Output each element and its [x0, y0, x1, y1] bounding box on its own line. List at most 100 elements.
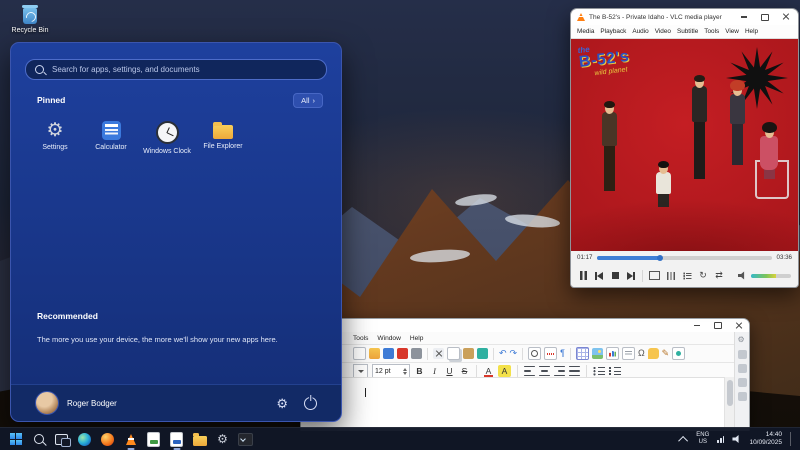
menu-window[interactable]: Window — [377, 335, 400, 342]
taskbar-edge-button[interactable] — [75, 429, 94, 450]
pinned-app-settings[interactable]: ⚙ Settings — [27, 115, 83, 161]
taskbar-firefox-button[interactable] — [98, 429, 117, 450]
menu-help[interactable]: Help — [410, 335, 424, 342]
minimize-icon[interactable] — [738, 12, 750, 22]
menu-tools[interactable]: Tools — [704, 28, 719, 35]
paste-icon[interactable] — [463, 348, 474, 359]
loop-button[interactable]: ↻ — [698, 269, 708, 283]
clone-formatting-icon[interactable] — [477, 348, 488, 359]
task-view-button[interactable] — [52, 429, 71, 450]
properties-panel-icon[interactable] — [738, 350, 747, 359]
speaker-icon[interactable] — [732, 435, 741, 444]
shuffle-button[interactable]: ⇄ — [714, 269, 724, 283]
align-left-button[interactable] — [524, 365, 535, 377]
taskbar-search-button[interactable] — [29, 429, 48, 450]
extended-settings-button[interactable] — [666, 269, 676, 283]
minimize-icon[interactable] — [691, 321, 703, 331]
taskbar-vlc-button[interactable] — [121, 429, 140, 450]
next-button[interactable] — [626, 269, 636, 283]
video-area-album-art[interactable]: the B-52's wild planet — [571, 39, 798, 251]
highlight-color-button[interactable]: A — [498, 365, 511, 377]
bold-button[interactable]: B — [414, 365, 425, 377]
language-indicator[interactable]: ENG US — [696, 432, 709, 446]
taskbar-settings-button[interactable]: ⚙ — [213, 429, 232, 450]
vlc-titlebar[interactable]: The B-52's - Private Idaho - VLC media p… — [571, 9, 798, 25]
save-icon[interactable] — [383, 348, 394, 359]
insert-chart-icon[interactable] — [606, 347, 619, 360]
menu-playback[interactable]: Playback — [600, 28, 626, 35]
user-avatar[interactable] — [35, 391, 59, 415]
pause-button[interactable] — [578, 269, 588, 283]
menu-media[interactable]: Media — [577, 28, 594, 35]
formatting-marks-icon[interactable]: ¶ — [560, 349, 565, 358]
search-input[interactable] — [50, 64, 317, 75]
numbered-list-button[interactable] — [609, 366, 621, 376]
writer-titlebar[interactable] — [301, 319, 749, 332]
gallery-panel-icon[interactable] — [738, 378, 747, 387]
network-icon[interactable] — [717, 435, 724, 443]
scrollbar-thumb[interactable] — [727, 380, 733, 406]
font-size-spinner[interactable] — [403, 368, 407, 375]
pinned-app-windows-clock[interactable]: Windows Clock — [139, 115, 195, 161]
styles-panel-icon[interactable] — [738, 364, 747, 373]
italic-button[interactable]: I — [429, 365, 440, 377]
volume-slider[interactable] — [751, 274, 791, 278]
maximize-icon[interactable] — [759, 12, 771, 22]
underline-button[interactable]: U — [444, 365, 455, 377]
fullscreen-button[interactable] — [649, 269, 660, 283]
insert-comment-icon[interactable] — [648, 348, 659, 359]
print-icon[interactable] — [411, 348, 422, 359]
font-color-button[interactable]: A — [483, 365, 494, 377]
taskbar-writer-button[interactable] — [167, 429, 186, 450]
close-icon[interactable] — [780, 12, 792, 22]
special-character-icon[interactable]: Ω — [638, 349, 645, 358]
export-pdf-icon[interactable] — [397, 348, 408, 359]
playlist-button[interactable] — [682, 269, 692, 283]
navigator-panel-icon[interactable] — [738, 392, 747, 401]
maximize-icon[interactable] — [712, 321, 724, 331]
clock-date-widget[interactable]: 14:40 10/09/2025 — [749, 431, 782, 447]
taskbar-calc-button[interactable] — [144, 429, 163, 450]
pinned-app-file-explorer[interactable]: File Explorer — [195, 115, 251, 161]
strikethrough-button[interactable]: S — [459, 365, 470, 377]
menu-help[interactable]: Help — [745, 28, 758, 35]
menu-tools[interactable]: Tools — [353, 335, 368, 342]
menu-video[interactable]: Video — [655, 28, 671, 35]
vlc-window[interactable]: The B-52's - Private Idaho - VLC media p… — [570, 8, 799, 288]
spelling-icon[interactable] — [544, 347, 557, 360]
stop-button[interactable] — [610, 269, 620, 283]
copy-icon[interactable] — [447, 347, 460, 360]
new-document-icon[interactable] — [353, 347, 366, 360]
seek-slider[interactable] — [597, 256, 771, 260]
settings-gear-icon[interactable]: ⚙ — [276, 397, 288, 410]
font-name-combo[interactable] — [353, 364, 368, 378]
font-size-combo[interactable]: 12 pt — [372, 364, 410, 378]
taskbar-terminal-button[interactable] — [236, 429, 255, 450]
all-apps-button[interactable]: All › — [293, 93, 323, 108]
insert-textbox-icon[interactable] — [622, 347, 635, 360]
align-right-button[interactable] — [554, 365, 565, 377]
tray-overflow-chevron-icon[interactable] — [678, 435, 688, 445]
writer-window[interactable]: Tools Window Help ↶ ↷ ¶ Ω ✎ 12 pt — [300, 318, 750, 431]
open-icon[interactable] — [369, 348, 380, 359]
previous-button[interactable] — [594, 269, 604, 283]
track-changes-icon[interactable]: ✎ — [662, 349, 670, 358]
taskbar-file-explorer-button[interactable] — [190, 429, 209, 450]
menu-view[interactable]: View — [725, 28, 739, 35]
find-replace-icon[interactable] — [528, 347, 541, 360]
menu-subtitle[interactable]: Subtitle — [677, 28, 698, 35]
show-desktop-button[interactable] — [790, 432, 794, 446]
justify-button[interactable] — [569, 365, 580, 377]
undo-icon[interactable]: ↶ — [499, 349, 507, 358]
sidebar-settings-icon[interactable]: ⚙ — [738, 336, 747, 345]
close-icon[interactable] — [733, 321, 745, 331]
insert-image-icon[interactable] — [592, 348, 603, 359]
power-icon[interactable] — [304, 397, 317, 410]
pinned-app-calculator[interactable]: Calculator — [83, 115, 139, 161]
start-button[interactable] — [6, 429, 25, 450]
cut-icon[interactable] — [433, 348, 444, 359]
user-name[interactable]: Roger Bodger — [67, 399, 117, 408]
basic-shapes-icon[interactable] — [672, 347, 685, 360]
bullet-list-button[interactable] — [593, 366, 605, 376]
document-canvas[interactable] — [301, 377, 725, 431]
